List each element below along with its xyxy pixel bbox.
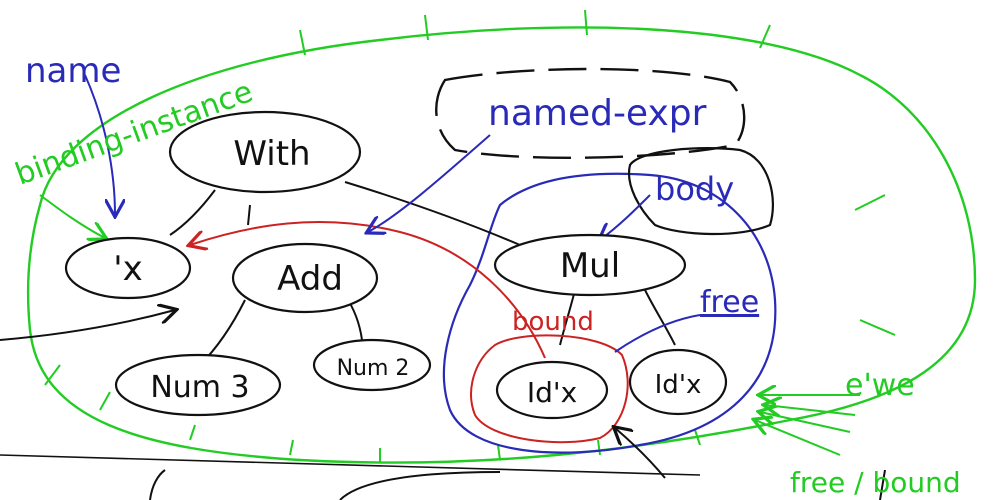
add-label: Add	[277, 259, 343, 299]
mul-label: Mul	[560, 246, 620, 286]
free-bound-label: free / bound	[790, 466, 961, 499]
id-x-free-label: Id'x	[655, 370, 702, 400]
binding-instance-arrow	[39, 194, 105, 238]
x-label: 'x	[113, 249, 142, 289]
pointer-arrow	[615, 428, 666, 479]
id-x-bound-label: Id'x	[527, 376, 577, 409]
bound-label: bound	[512, 307, 594, 337]
named-expr-arrow	[368, 134, 491, 232]
body-label: body	[655, 170, 734, 208]
scope-diagram: With 'x Add Num 3 Num 2 Mul Id'x Id'x na…	[0, 9, 977, 500]
bottom-line	[0, 454, 701, 476]
with-label: With	[233, 134, 310, 174]
body-arrow	[600, 194, 651, 240]
num3-label: Num 3	[150, 370, 249, 405]
free-arrow	[614, 314, 701, 353]
bottom-stroke-a	[149, 469, 166, 500]
bottom-stroke-b	[339, 471, 501, 500]
named-expr-label: named-expr	[488, 93, 707, 134]
num2-label: Num 2	[337, 356, 410, 381]
ewe-label: e'we	[845, 368, 915, 403]
name-label: name	[25, 51, 121, 91]
free-label: free	[700, 285, 759, 320]
whiteboard-canvas: With 'x Add Num 3 Num 2 Mul Id'x Id'x na…	[0, 0, 1001, 500]
input-arrow	[0, 310, 175, 341]
